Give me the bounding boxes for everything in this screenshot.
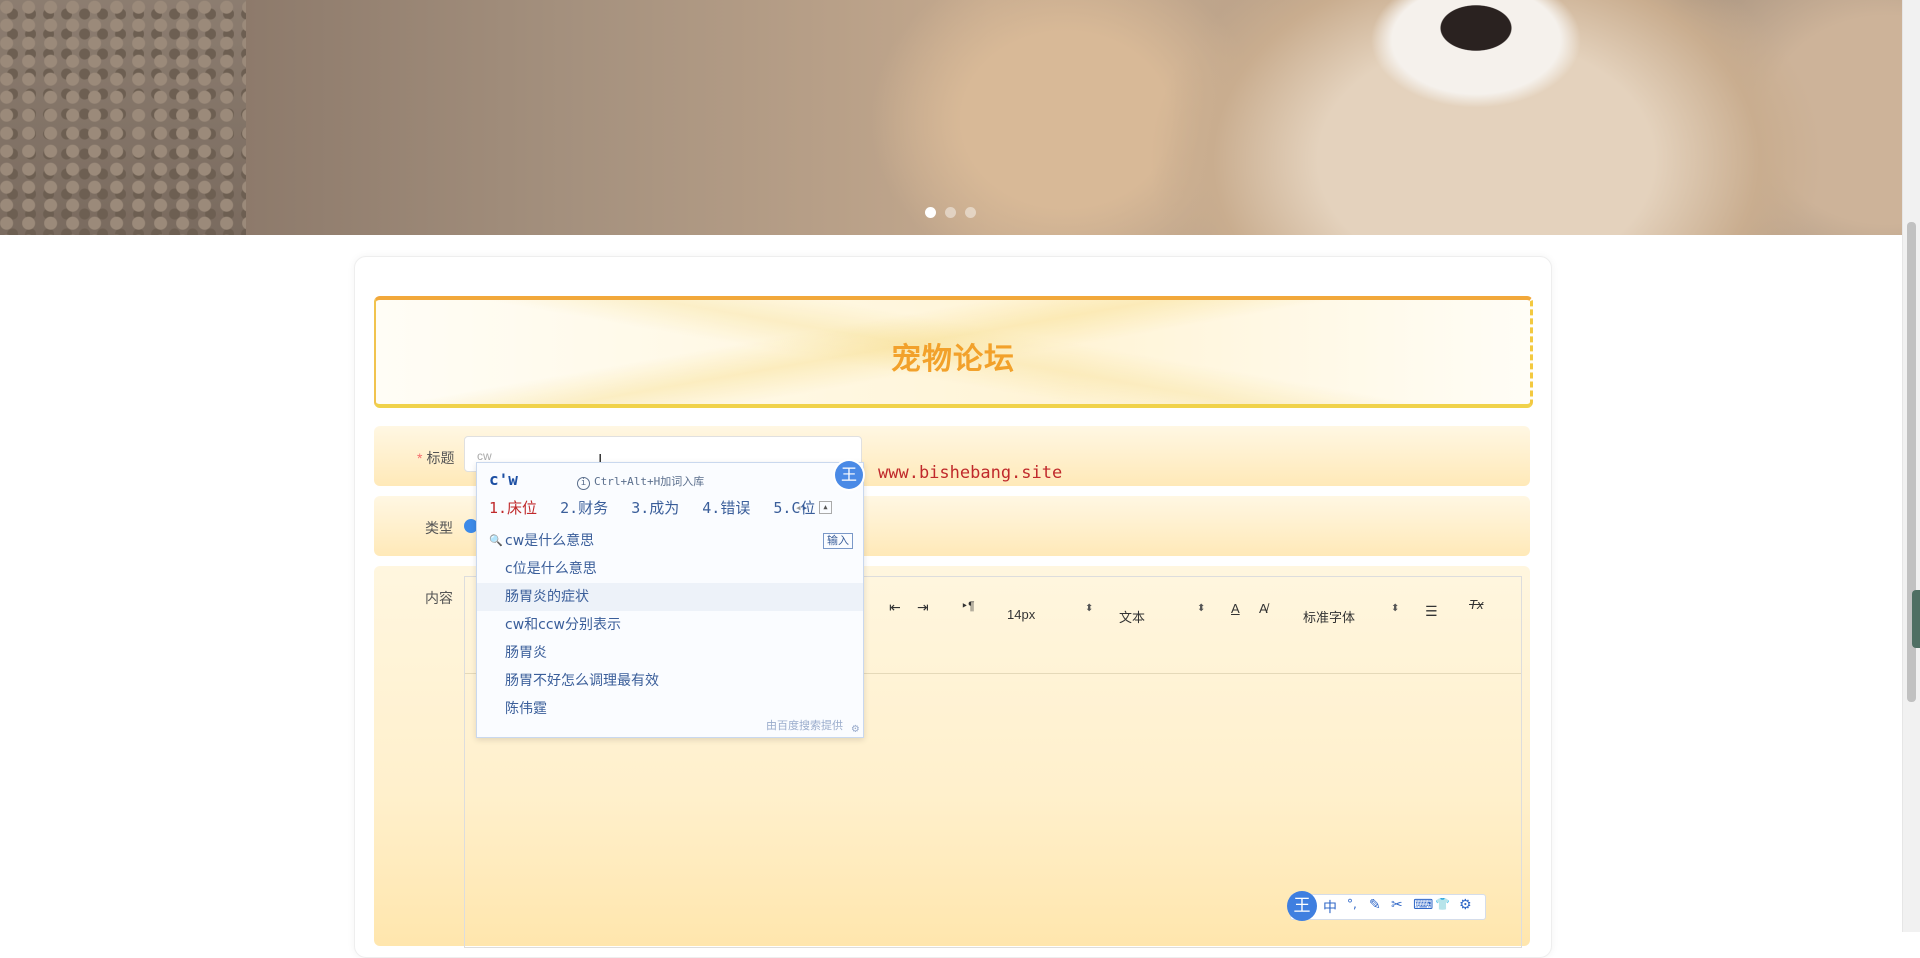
carousel-dot-2[interactable] — [945, 207, 956, 218]
ime-suggestion[interactable]: cw和ccw分别表示 — [477, 611, 863, 639]
ime-collapse-icon[interactable]: ▲ — [819, 501, 832, 514]
paragraph-icon[interactable]: ‣¶ — [961, 599, 975, 613]
block-format-select[interactable]: 文本 ⬍ — [1119, 603, 1209, 626]
hero-carousel[interactable] — [0, 0, 1920, 235]
ime-footer: 由百度搜索提供 — [766, 719, 843, 732]
handwriting-icon[interactable]: ✎ — [1369, 897, 1381, 913]
title-field-label: * 标题 — [417, 450, 455, 466]
page-heading-banner: 宠物论坛 — [374, 296, 1533, 408]
ime-candidate-window[interactable]: c'w i Ctrl+Alt+H加词入库 1.床位 2.财务 3.成为 4.错误 … — [476, 462, 864, 738]
carousel-prev-slide-peek — [0, 0, 246, 235]
font-family-select[interactable]: 标准字体 ⬍ — [1303, 603, 1403, 626]
ime-candidate[interactable]: 1.床位 — [489, 499, 537, 517]
ime-page-arrows[interactable]: ◂▸ — [795, 501, 808, 514]
align-icon[interactable]: ☰ — [1425, 603, 1438, 620]
ime-suggestion[interactable]: 肠胃炎的症状 — [477, 583, 863, 611]
font-size-select[interactable]: 14px ⬍ — [1007, 603, 1097, 622]
ime-suggestion[interactable]: 肠胃炎 — [477, 639, 863, 667]
prev-page-icon: ◂ — [795, 501, 802, 514]
carousel-indicators — [925, 207, 976, 218]
gear-icon[interactable]: ⚙ — [1459, 897, 1472, 913]
chinese-mode-icon[interactable]: 中 — [1323, 897, 1337, 917]
carousel-dot-3[interactable] — [965, 207, 976, 218]
gear-icon[interactable]: ⚙ — [852, 721, 859, 735]
ime-logo-badge: 王 — [835, 461, 863, 489]
watermark-text: www.bishebang.site — [878, 463, 1063, 483]
indent-icon[interactable]: ⇥ — [917, 599, 929, 616]
ime-enter-button[interactable]: 输入 — [823, 533, 853, 549]
ime-status-bar[interactable]: 王 中 °, ✎ ✂ ⌨ 👕 ⚙ — [1287, 891, 1486, 921]
type-field-label: 类型 — [425, 520, 453, 536]
ime-logo-icon[interactable]: 王 — [1287, 891, 1317, 921]
content-field-label: 内容 — [425, 590, 453, 606]
font-color-icon[interactable]: A — [1231, 601, 1240, 616]
info-icon: i — [577, 477, 590, 490]
ime-suggestion[interactable]: c位是什么意思 — [477, 555, 863, 583]
ime-candidate[interactable]: 4.错误 — [702, 499, 750, 517]
ime-suggestion-list: 🔍 cw是什么意思 输入 c位是什么意思 肠胃炎的症状 cw和ccw分别表示 肠… — [477, 527, 863, 723]
page-scrollbar[interactable] — [1902, 0, 1920, 932]
ime-suggestion[interactable]: 🔍 cw是什么意思 输入 — [477, 527, 863, 555]
side-drawer-handle[interactable] — [1912, 590, 1920, 648]
ime-hint: i Ctrl+Alt+H加词入库 — [577, 473, 704, 490]
chevron-updown-icon: ⬍ — [1391, 603, 1400, 614]
chevron-updown-icon: ⬍ — [1085, 603, 1094, 614]
search-icon: 🔍 — [489, 534, 503, 547]
carousel-slide-image — [246, 0, 1902, 235]
background-color-icon[interactable]: A̸ — [1259, 601, 1268, 616]
clear-format-icon[interactable]: Tx — [1469, 597, 1483, 612]
ime-suggestion[interactable]: 肠胃不好怎么调理最有效 — [477, 667, 863, 695]
ime-composition-text: c'w — [489, 470, 518, 489]
ime-candidate[interactable]: 2.财务 — [560, 499, 608, 517]
skin-icon[interactable]: 👕 — [1435, 897, 1450, 911]
scissors-icon[interactable]: ✂ — [1391, 897, 1403, 913]
page-title: 宠物论坛 — [891, 343, 1015, 376]
punctuation-icon[interactable]: °, — [1347, 897, 1357, 911]
keyboard-icon[interactable]: ⌨ — [1413, 897, 1433, 913]
outdent-icon[interactable]: ⇤ — [889, 599, 901, 616]
carousel-dot-1[interactable] — [925, 207, 936, 218]
ime-candidate[interactable]: 3.成为 — [631, 499, 679, 517]
ime-candidate-list: 1.床位 2.财务 3.成为 4.错误 5.C位 — [489, 497, 829, 518]
chevron-updown-icon: ⬍ — [1197, 603, 1206, 614]
next-page-icon: ▸ — [801, 501, 809, 514]
